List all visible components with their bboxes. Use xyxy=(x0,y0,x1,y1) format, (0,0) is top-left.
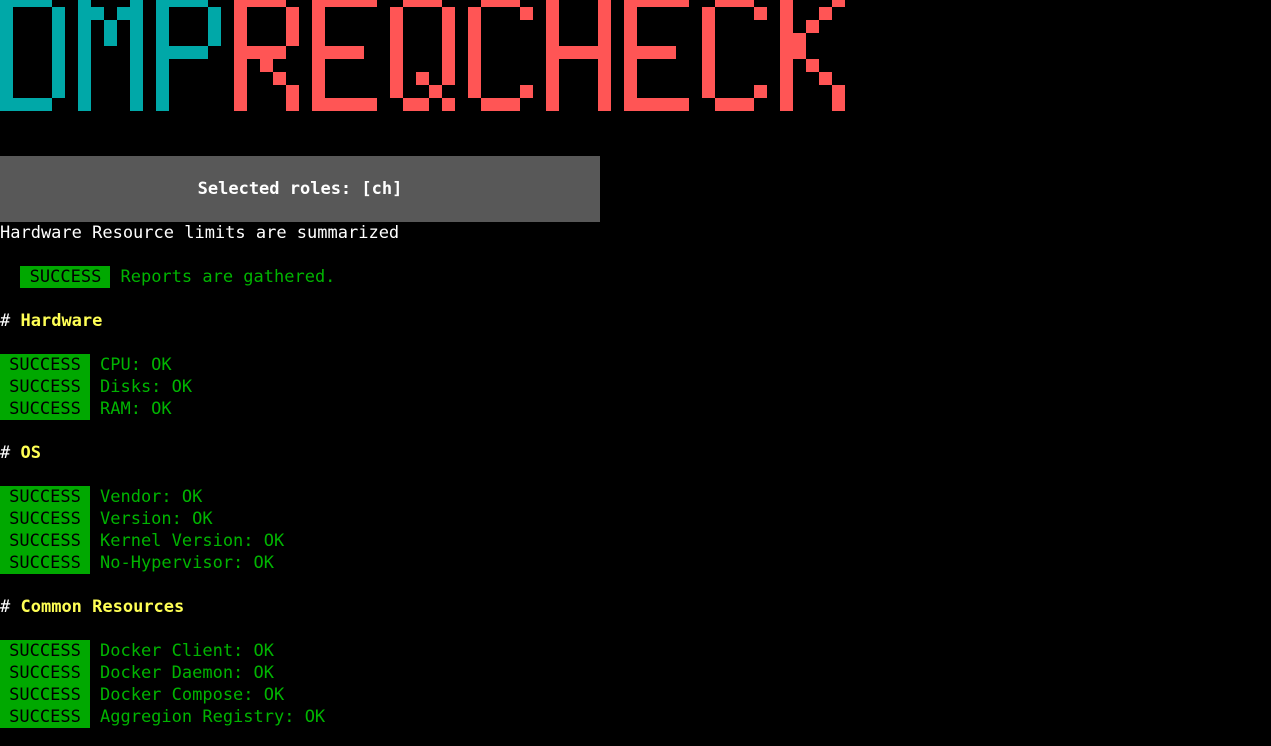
section-heading-common-resources: # Common Resources xyxy=(0,597,185,617)
check-row: SUCCESS Version: OK xyxy=(0,508,213,530)
success-badge: SUCCESS xyxy=(20,266,111,288)
success-badge: SUCCESS xyxy=(0,486,90,508)
section-title: OS xyxy=(20,443,41,463)
gathered-status-row: SUCCESS Reports are gathered. xyxy=(0,244,335,288)
check-message: Docker Compose: OK xyxy=(100,685,285,705)
check-message: CPU: OK xyxy=(100,355,172,375)
success-badge: SUCCESS xyxy=(0,376,90,398)
success-badge: SUCCESS xyxy=(0,552,90,574)
success-badge: SUCCESS xyxy=(0,398,90,420)
selected-roles-box: Selected roles: [ch] xyxy=(0,156,600,222)
check-row: SUCCESS Docker Compose: OK xyxy=(0,684,284,706)
check-row: SUCCESS Docker Client: OK xyxy=(0,640,274,662)
success-badge: SUCCESS xyxy=(0,354,90,376)
success-badge: SUCCESS xyxy=(0,530,90,552)
check-row: SUCCESS Docker Daemon: OK xyxy=(0,662,274,684)
success-badge: SUCCESS xyxy=(0,706,90,728)
check-row: SUCCESS CPU: OK xyxy=(0,354,172,376)
success-badge: SUCCESS xyxy=(0,662,90,684)
success-badge: SUCCESS xyxy=(0,640,90,662)
success-badge: SUCCESS xyxy=(0,684,90,706)
check-row: SUCCESS Kernel Version: OK xyxy=(0,530,284,552)
app-banner xyxy=(0,0,845,111)
check-message: Docker Client: OK xyxy=(100,641,274,661)
check-message: Kernel Version: OK xyxy=(100,531,285,551)
check-row: SUCCESS Disks: OK xyxy=(0,376,192,398)
check-row: SUCCESS Vendor: OK xyxy=(0,486,202,508)
section-heading-os: # OS xyxy=(0,443,41,463)
check-row: SUCCESS No-Hypervisor: OK xyxy=(0,552,274,574)
banner-right-text xyxy=(234,0,845,111)
check-message: Vendor: OK xyxy=(100,487,203,507)
check-row: SUCCESS Aggregion Registry: OK xyxy=(0,706,325,728)
summary-line: Hardware Resource limits are summarized xyxy=(0,223,400,243)
check-message: Disks: OK xyxy=(100,377,193,397)
section-title: Hardware xyxy=(20,311,103,331)
check-message: Version: OK xyxy=(100,509,213,529)
check-message: Aggregion Registry: OK xyxy=(100,707,326,727)
success-badge: SUCCESS xyxy=(0,508,90,530)
check-message: Docker Daemon: OK xyxy=(100,663,274,683)
section-heading-hardware: # Hardware xyxy=(0,311,103,331)
section-title: Common Resources xyxy=(20,597,185,617)
selected-roles-label: Selected roles: [ch] xyxy=(197,179,403,199)
banner-left-text xyxy=(0,0,221,111)
check-message: No-Hypervisor: OK xyxy=(100,553,274,573)
status-message: Reports are gathered. xyxy=(120,267,336,287)
check-message: RAM: OK xyxy=(100,399,172,419)
check-row: SUCCESS RAM: OK xyxy=(0,398,172,420)
